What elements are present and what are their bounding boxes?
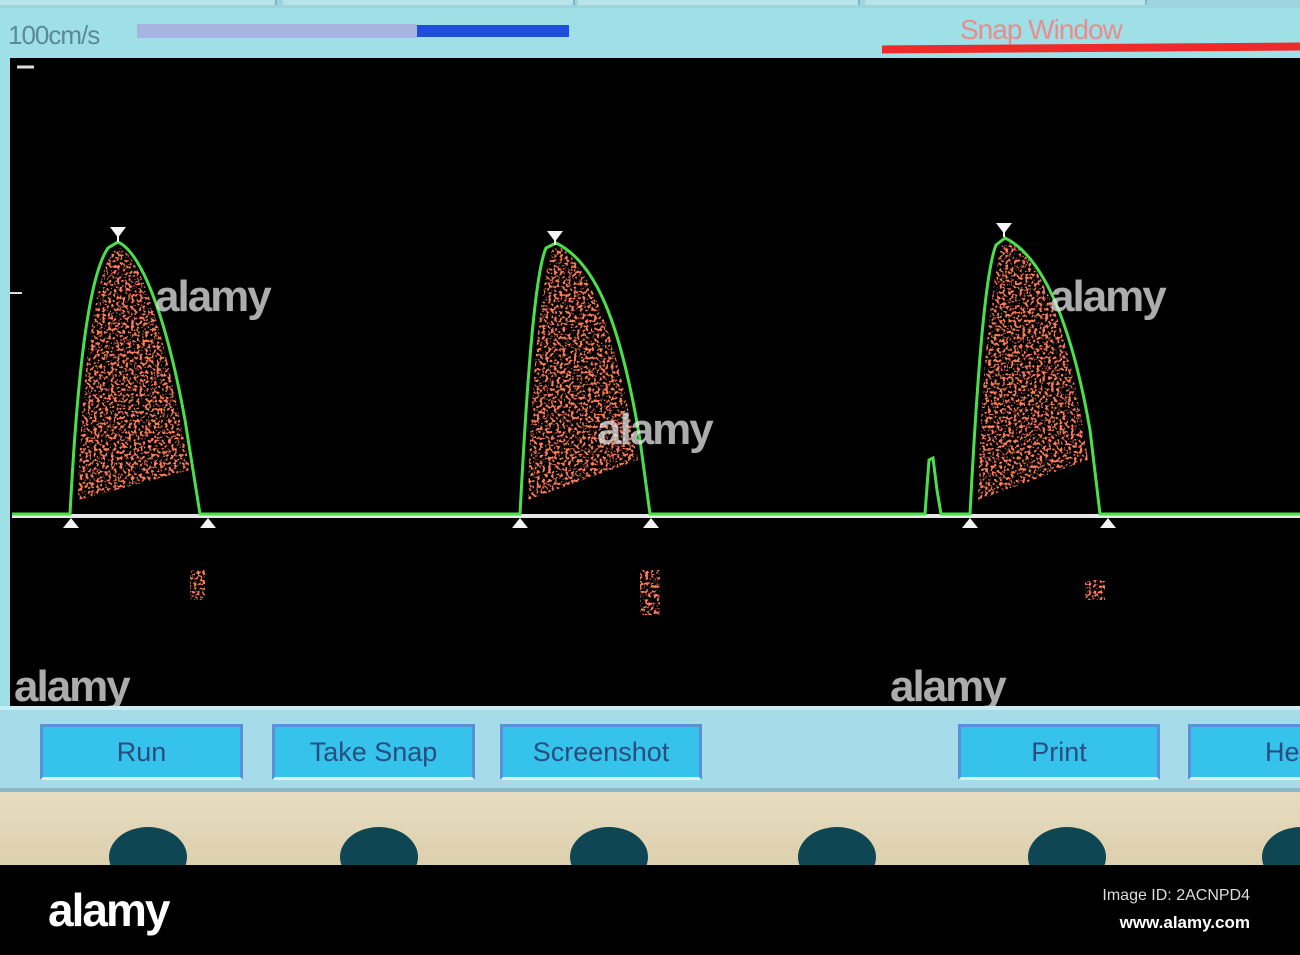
take-snap-button[interactable]: Take Snap [272, 724, 475, 780]
watermark: alamy [597, 405, 714, 454]
watermark-footer: alamy Image ID: 2ACNPD4 www.alamy.com [0, 865, 1300, 955]
help-button[interactable]: He [1188, 724, 1300, 780]
cycle-start-marker-icon [512, 518, 528, 528]
cycle-end-marker-icon [1100, 518, 1116, 528]
run-button[interactable]: Run [40, 724, 243, 780]
image-id: Image ID: 2ACNPD4 [1102, 887, 1250, 904]
cycle-end-marker-icon [200, 518, 216, 528]
print-button[interactable]: Print [958, 724, 1160, 780]
alamy-logo: alamy [48, 884, 170, 936]
peak-marker-icon [110, 227, 126, 242]
site-url: www.alamy.com [1119, 913, 1250, 932]
cycle-start-marker-icon [962, 518, 978, 528]
doppler-waveform [10, 65, 1300, 615]
watermark: alamy [14, 662, 131, 711]
watermark: alamy [1050, 272, 1167, 321]
screenshot-button[interactable]: Screenshot [500, 724, 702, 780]
device-bezel [0, 792, 1300, 887]
button-bar: Run Take Snap Screenshot Print He [0, 706, 1300, 792]
cycle-start-marker-icon [63, 518, 79, 528]
watermark: alamy [890, 662, 1007, 711]
cycle-end-marker-icon [643, 518, 659, 528]
peak-marker-icon [996, 223, 1012, 237]
watermark: alamy [155, 272, 272, 321]
